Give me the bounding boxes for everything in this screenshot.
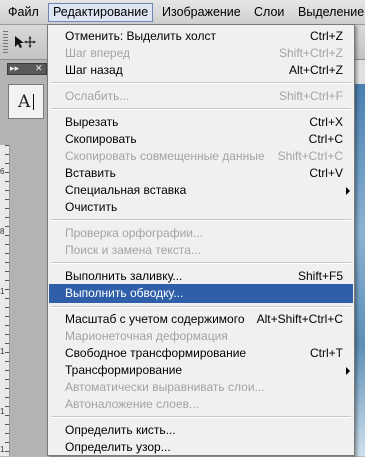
character-panel-button[interactable]: A	[8, 84, 44, 119]
menu-separator	[51, 262, 351, 264]
menu-item-label: Шаг назад	[65, 63, 123, 77]
menu-separator	[51, 416, 351, 418]
character-icon: A	[18, 92, 31, 112]
menu-item-label: Определить узор...	[65, 440, 171, 454]
move-tool-icon[interactable]	[13, 34, 39, 50]
menu-file[interactable]: Файл	[4, 4, 43, 21]
toolbar-grip[interactable]	[3, 31, 8, 53]
menu-item-fade[interactable]: Ослабить... Shift+Ctrl+F	[49, 87, 353, 106]
menu-item-label: Выполнить обводку...	[65, 286, 184, 300]
menu-item-stroke[interactable]: Выполнить обводку...	[49, 284, 353, 303]
menu-item-shortcut: Alt+Ctrl+Z	[288, 63, 343, 77]
menu-select[interactable]: Выделение	[294, 4, 365, 21]
menu-item-find-replace[interactable]: Поиск и замена текста...	[49, 241, 353, 260]
edit-menu-dropdown: Отменить: Выделить холст Ctrl+Z Шаг впер…	[47, 24, 355, 456]
ruler-mark: 8	[0, 227, 5, 236]
menu-item-label: Очистить	[65, 200, 118, 214]
close-icon[interactable]: ✕	[35, 62, 43, 74]
menu-item-shortcut: Shift+Ctrl+F	[278, 89, 343, 103]
ruler-mark: 1	[0, 287, 5, 296]
menu-separator	[51, 108, 351, 110]
menu-layers[interactable]: Слои	[250, 4, 288, 21]
menu-item-define-pattern[interactable]: Определить узор...	[49, 438, 353, 457]
document-canvas[interactable]	[355, 84, 365, 456]
menu-edit[interactable]: Редактирование	[48, 3, 154, 22]
ruler-mark: 1	[0, 445, 5, 454]
menu-item-label: Автоналожение слоев...	[65, 397, 200, 411]
submenu-arrow-icon	[346, 367, 350, 375]
vertical-ruler: 6 8 1 1 1 1	[0, 145, 10, 456]
text-cursor-icon	[33, 94, 34, 110]
menu-separator	[51, 219, 351, 221]
menu-separator	[51, 82, 351, 84]
ruler-mark: 1	[0, 407, 5, 416]
menu-separator	[51, 306, 351, 308]
canvas-tab-area	[355, 60, 365, 84]
ruler-mark: 6	[0, 167, 5, 176]
menu-item-auto-blend[interactable]: Автоналожение слоев...	[49, 395, 353, 414]
menu-item-label: Ослабить...	[65, 89, 130, 103]
panel-header[interactable]: ▸▸ ✕	[7, 63, 47, 75]
collapse-icon[interactable]: ▸▸	[10, 62, 19, 74]
menu-item-step-back[interactable]: Шаг назад Alt+Ctrl+Z	[49, 61, 353, 80]
submenu-arrow-icon	[346, 187, 350, 195]
menu-item-clear[interactable]: Очистить	[49, 198, 353, 217]
ruler-mark: 1	[0, 347, 5, 356]
menu-image[interactable]: Изображение	[158, 4, 245, 21]
menu-bar: Файл Редактирование Изображение Слои Выд…	[0, 0, 365, 25]
menu-item-label: Поиск и замена текста...	[65, 243, 201, 257]
